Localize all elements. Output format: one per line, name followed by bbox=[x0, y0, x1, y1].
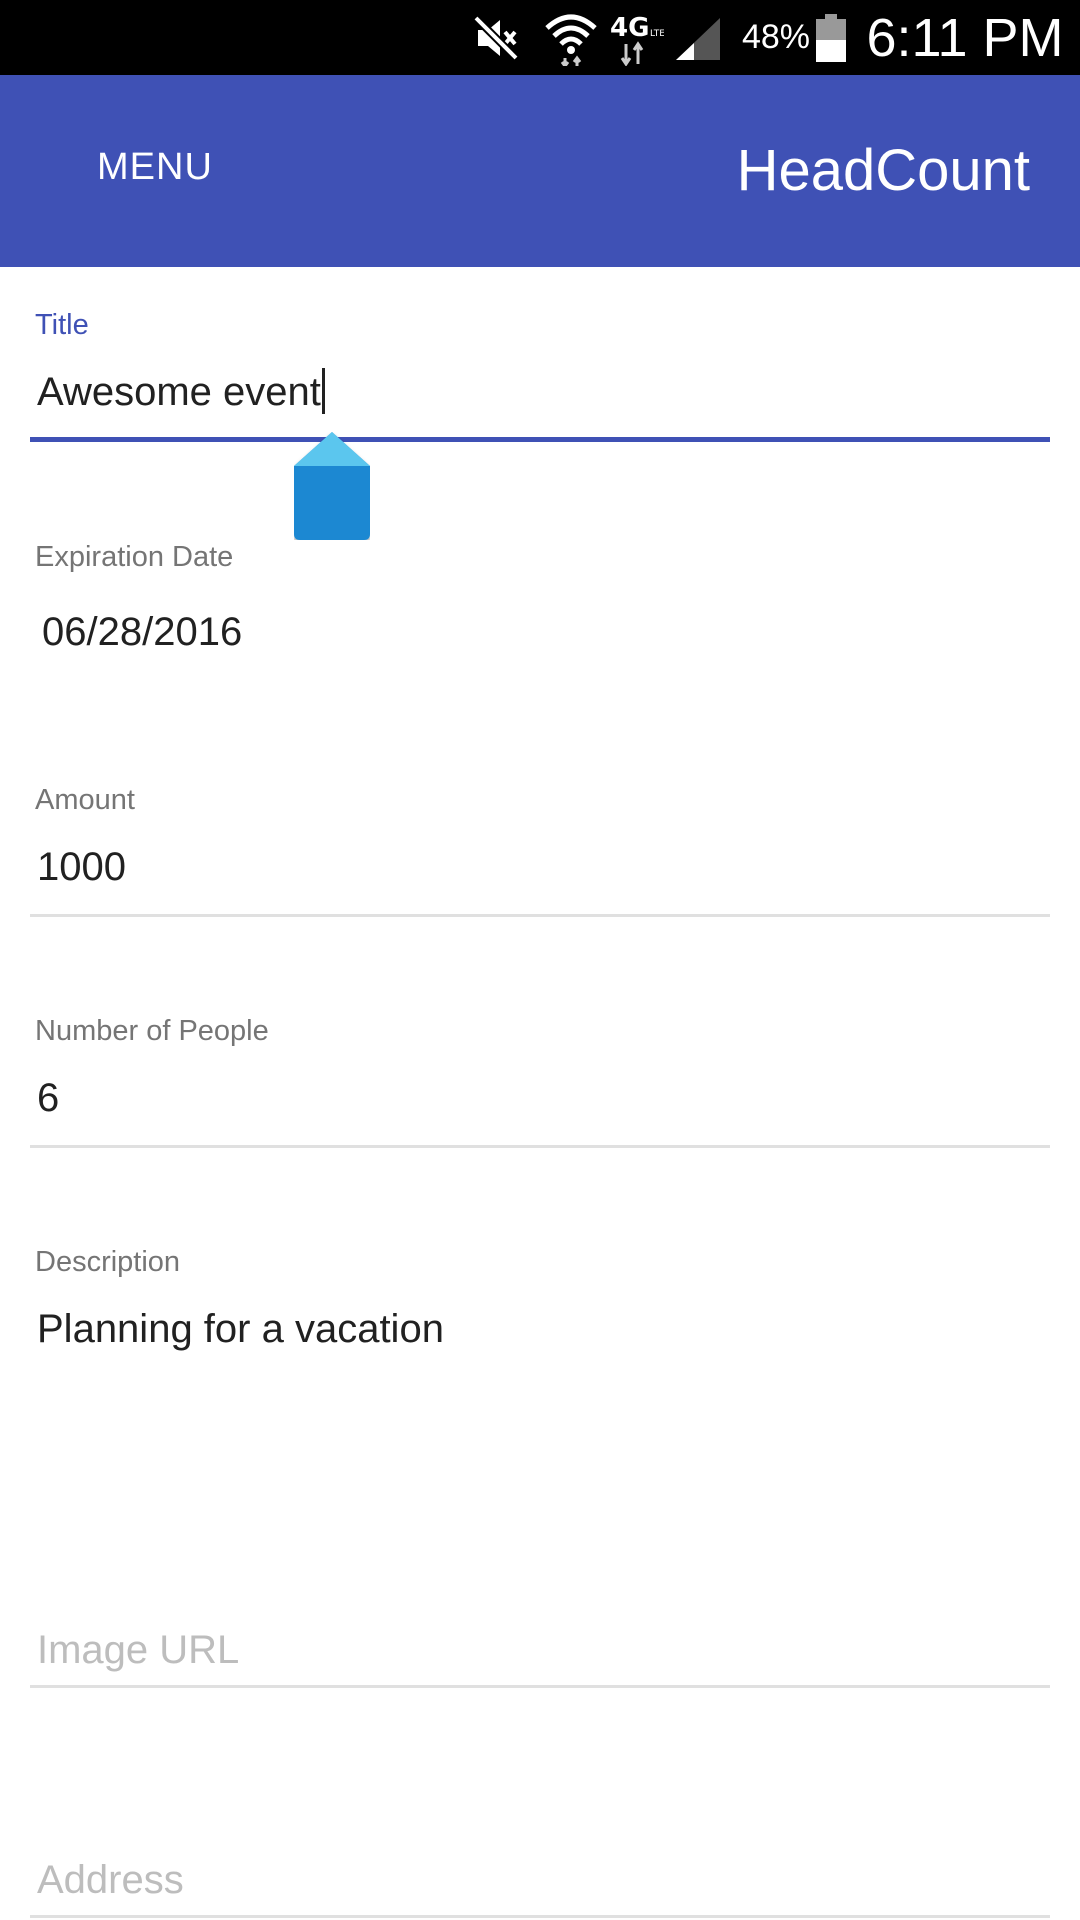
number-of-people-underline bbox=[30, 1145, 1050, 1148]
text-cursor bbox=[321, 368, 325, 415]
text-selection-handle[interactable] bbox=[294, 432, 370, 540]
amount-value: 1000 bbox=[37, 845, 126, 889]
address-field[interactable]: Address bbox=[30, 1850, 1050, 1916]
description-label: Description bbox=[35, 1246, 181, 1278]
title-underline bbox=[30, 437, 1050, 442]
image-url-placeholder: Image URL bbox=[37, 1628, 240, 1672]
number-of-people-value: 6 bbox=[37, 1076, 60, 1120]
battery-percent: 48% bbox=[741, 18, 811, 56]
expiration-date-value[interactable]: 06/28/2016 bbox=[42, 610, 242, 655]
screen: 4G LTE 48% 6:11 PM MENU HeadCount Title … bbox=[0, 0, 1080, 1920]
expiration-date-label: Expiration Date bbox=[35, 541, 234, 573]
address-underline bbox=[30, 1915, 1050, 1918]
address-placeholder: Address bbox=[37, 1858, 184, 1902]
title-field[interactable]: Awesome event bbox=[30, 360, 1050, 442]
image-url-underline bbox=[30, 1685, 1050, 1688]
title-value: Awesome event bbox=[37, 370, 321, 414]
mute-icon bbox=[468, 0, 524, 75]
app-bar: MENU HeadCount bbox=[0, 75, 1080, 267]
svg-text:4G: 4G bbox=[610, 13, 649, 43]
app-title: HeadCount bbox=[736, 137, 1030, 203]
battery-icon bbox=[814, 0, 848, 75]
description-field[interactable]: Planning for a vacation bbox=[30, 1297, 1050, 1497]
amount-underline bbox=[30, 914, 1050, 917]
amount-field[interactable]: 1000 bbox=[30, 835, 1050, 915]
wifi-icon bbox=[540, 0, 602, 75]
number-of-people-field[interactable]: 6 bbox=[30, 1066, 1050, 1146]
status-bar: 4G LTE 48% 6:11 PM bbox=[0, 0, 1080, 75]
number-of-people-label: Number of People bbox=[35, 1015, 269, 1047]
description-value: Planning for a vacation bbox=[37, 1307, 444, 1351]
amount-label: Amount bbox=[35, 784, 135, 816]
cell-signal-icon bbox=[672, 0, 724, 75]
image-url-field[interactable]: Image URL bbox=[30, 1620, 1050, 1690]
menu-button[interactable]: MENU bbox=[60, 127, 250, 207]
title-label: Title bbox=[35, 309, 89, 341]
clock: 6:11 PM bbox=[866, 7, 1064, 68]
svg-text:LTE: LTE bbox=[650, 29, 664, 39]
lte-4g-icon: 4G LTE bbox=[606, 0, 666, 75]
